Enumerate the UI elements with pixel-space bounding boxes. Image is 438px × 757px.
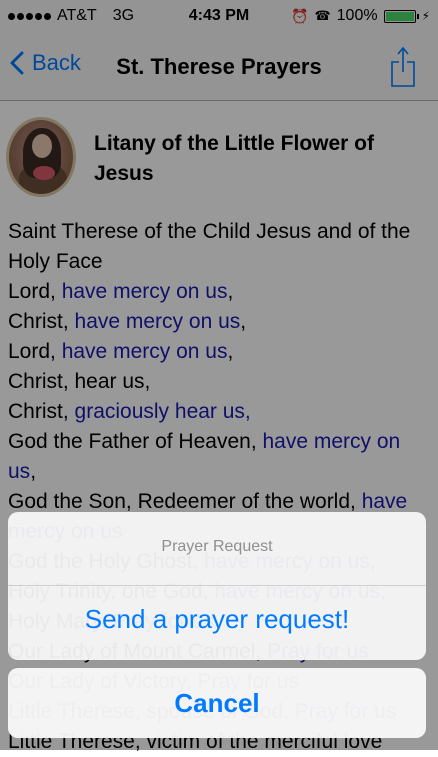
- action-sheet-title: Prayer Request: [161, 538, 273, 555]
- divider: [8, 585, 426, 586]
- action-sheet: Prayer Request Send a prayer request!: [8, 512, 426, 660]
- cancel-button[interactable]: Cancel: [8, 668, 426, 738]
- send-prayer-request-button[interactable]: Send a prayer request!: [8, 604, 426, 635]
